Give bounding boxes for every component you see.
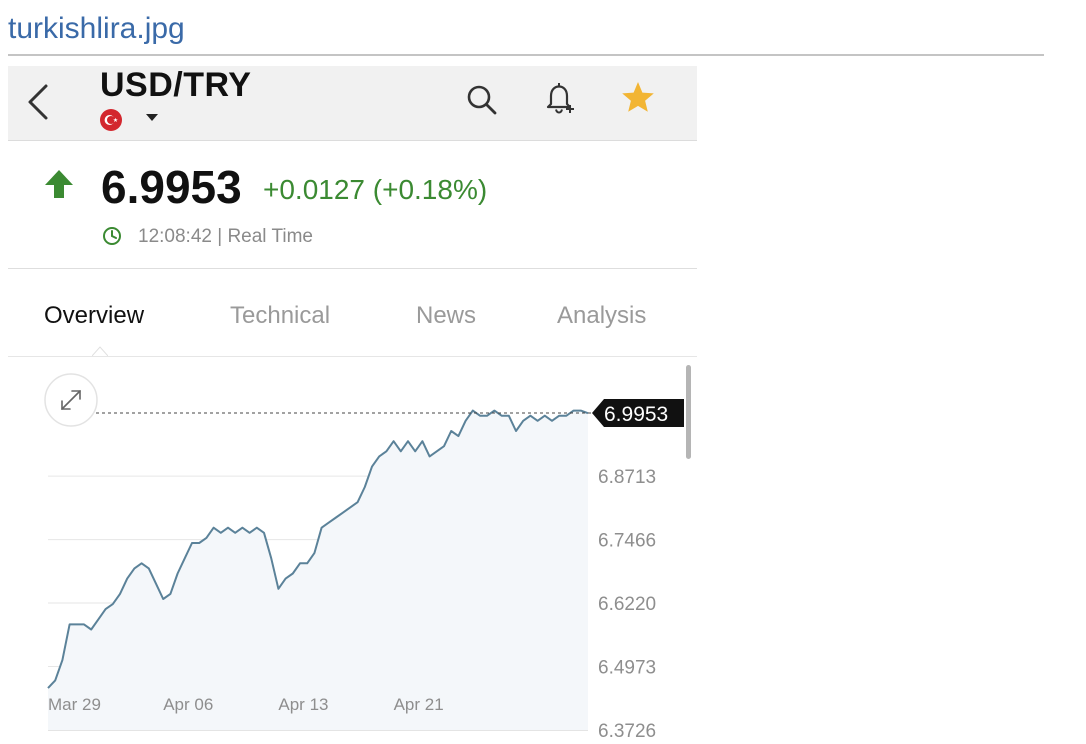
app-screen: USD/TRY 6.9953 +0.0127 (+0.18%) 12:08:42… bbox=[8, 66, 697, 744]
tab-news[interactable]: News bbox=[416, 302, 476, 330]
instrument-symbol: USD/TRY bbox=[100, 66, 252, 104]
title-divider bbox=[8, 54, 1044, 56]
file-title: turkishlira.jpg bbox=[8, 12, 185, 45]
favorite-star-icon[interactable] bbox=[620, 80, 656, 116]
scrollbar[interactable] bbox=[686, 365, 691, 459]
tab-overview[interactable]: Overview bbox=[44, 302, 144, 330]
quote-time: 12:08:42 | Real Time bbox=[138, 226, 313, 247]
x-tick-label: Mar 29 bbox=[48, 695, 101, 714]
last-value-label: 6.9953 bbox=[604, 403, 668, 426]
y-tick-label: 6.7466 bbox=[598, 531, 656, 552]
x-tick-label: Apr 13 bbox=[278, 695, 328, 714]
price-chart: 6.8713 6.7466 6.6220 6.4973 6.3726 Mar 29 Apr… bbox=[8, 357, 697, 744]
tab-bar: Overview Technical News Analysis bbox=[8, 268, 697, 357]
y-tick-label: 6.3726 bbox=[598, 721, 656, 742]
price-change: +0.0127 (+0.18%) bbox=[263, 174, 488, 205]
y-tick-label: 6.8713 bbox=[598, 467, 656, 488]
tab-technical[interactable]: Technical bbox=[230, 302, 330, 330]
active-tab-pointer bbox=[92, 346, 108, 356]
x-tick-label: Apr 06 bbox=[163, 695, 213, 714]
price-area-fill bbox=[48, 410, 588, 730]
search-icon[interactable] bbox=[464, 82, 500, 118]
expand-chart-button[interactable] bbox=[44, 373, 98, 427]
price-chart-svg: 6.8713 6.7466 6.6220 6.4973 6.3726 Mar 29 Apr… bbox=[44, 365, 691, 742]
y-tick-label: 6.6220 bbox=[598, 594, 656, 615]
y-tick-label: 6.4973 bbox=[598, 658, 656, 679]
turkey-flag-icon[interactable] bbox=[100, 109, 122, 131]
tab-analysis[interactable]: Analysis bbox=[557, 302, 646, 330]
back-arrow-icon[interactable] bbox=[22, 82, 54, 122]
last-price: 6.9953 bbox=[101, 161, 242, 213]
chevron-down-icon[interactable] bbox=[146, 114, 158, 122]
clock-icon bbox=[103, 227, 121, 245]
x-tick-label: Apr 21 bbox=[394, 695, 444, 714]
top-bar: USD/TRY bbox=[8, 66, 697, 141]
price-up-arrow-icon bbox=[45, 170, 73, 198]
quote-panel: 6.9953 +0.0127 (+0.18%) 12:08:42 | Real … bbox=[8, 140, 697, 269]
add-alert-bell-icon[interactable] bbox=[542, 80, 578, 116]
